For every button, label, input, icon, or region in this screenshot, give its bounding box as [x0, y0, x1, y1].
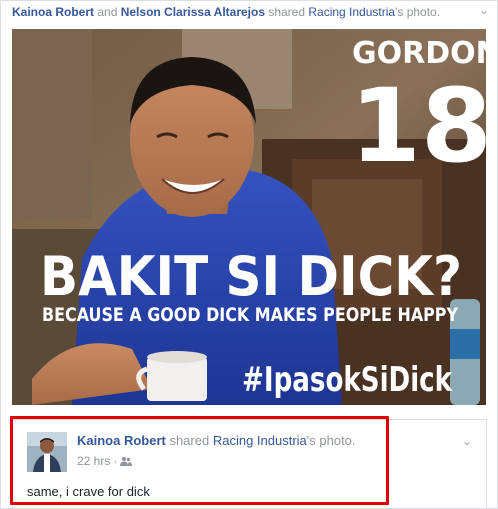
page-link[interactable]: Racing Industria	[308, 5, 395, 19]
photo-text-number: 18	[350, 67, 486, 186]
highlight-box	[10, 416, 389, 505]
share-header: Kainoa Robert and Nelson Clarissa Altare…	[12, 4, 482, 20]
photo-hashtag: #IpasokSiDick	[242, 360, 453, 400]
user-link-1[interactable]: Kainoa Robert	[12, 5, 94, 19]
photo-headline: BAKIT SI DICK?	[40, 245, 462, 308]
chevron-down-icon[interactable]: ⌄	[479, 3, 489, 17]
share-suffix: 's photo.	[395, 5, 441, 19]
photo-text-name: GORDON	[352, 36, 486, 71]
chevron-down-icon[interactable]: ⌄	[462, 434, 472, 448]
user-link-2[interactable]: Nelson Clarissa Altarejos	[121, 5, 265, 19]
photo-subline: BECAUSE A GOOD DICK MAKES PEOPLE HAPPY	[42, 304, 458, 326]
shared-photo[interactable]: GORDON 18 BAKIT SI DICK? BECAUSE A GOOD …	[12, 29, 486, 405]
share-and-text: and	[94, 5, 121, 19]
share-shared-text: shared	[265, 5, 309, 19]
feed-story: Kainoa Robert and Nelson Clarissa Altare…	[0, 0, 498, 509]
photo-illustration: GORDON 18 BAKIT SI DICK? BECAUSE A GOOD …	[12, 29, 486, 405]
